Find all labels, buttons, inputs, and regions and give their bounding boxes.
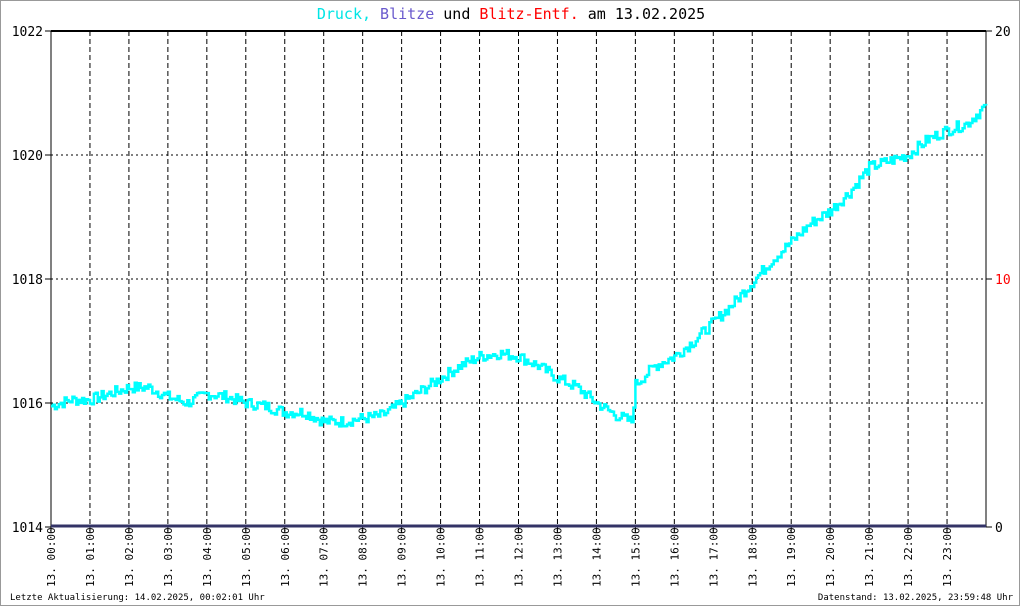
x-tick-label: 13. 07:00	[318, 527, 331, 587]
x-tick-label: 13. 03:00	[162, 527, 175, 587]
y-right-tick-label: 20	[995, 25, 1011, 40]
last-update: Letzte Aktualisierung: 14.02.2025, 00:02…	[10, 593, 265, 603]
x-tick-label: 13. 04:00	[201, 527, 214, 587]
y-tick-label: 1022	[12, 25, 43, 40]
x-tick-label: 13. 00:00	[45, 527, 58, 587]
x-tick-label: 13. 05:00	[240, 527, 253, 587]
x-tick-label: 13. 18:00	[746, 527, 759, 587]
x-tick-label: 13. 02:00	[123, 527, 136, 587]
x-tick-label: 13. 22:00	[902, 527, 915, 587]
y-tick-label: 1014	[12, 521, 43, 536]
x-tick-label: 13. 19:00	[785, 527, 798, 587]
x-tick-label: 13. 01:00	[84, 527, 97, 587]
x-tick-label: 13. 14:00	[590, 527, 603, 587]
y-tick-label: 1016	[12, 397, 43, 412]
x-tick-label: 13. 12:00	[513, 527, 526, 587]
y-right-tick-label: 0	[995, 521, 1003, 536]
x-tick-label: 13. 11:00	[474, 527, 487, 587]
x-tick-label: 13. 23:00	[941, 527, 954, 587]
x-tick-label: 13. 08:00	[357, 527, 370, 587]
x-tick-label: 13. 09:00	[396, 527, 409, 587]
x-tick-label: 13. 06:00	[279, 527, 292, 587]
x-tick-label: 13. 13:00	[551, 527, 564, 587]
x-tick-label: 13. 16:00	[668, 527, 681, 587]
plot-area: 1014101610181020102213. 00:00 13. 01:00 13…	[12, 25, 1011, 587]
x-tick-label: 13. 10:00	[435, 527, 448, 587]
y-tick-label: 1020	[12, 149, 43, 164]
chart-window: Druck, Blitze und Blitz-Entf. am 13.02.2…	[0, 0, 1020, 606]
x-tick-label: 13. 17:00	[707, 527, 720, 587]
y-right-tick-label: 10	[995, 273, 1011, 288]
x-tick-label: 13. 20:00	[824, 527, 837, 587]
x-tick-label: 13. 21:00	[863, 527, 876, 587]
data-status: Datenstand: 13.02.2025, 23:59:48 Uhr	[817, 593, 1013, 603]
y-tick-label: 1018	[12, 273, 43, 288]
x-tick-label: 13. 15:00	[629, 527, 642, 587]
